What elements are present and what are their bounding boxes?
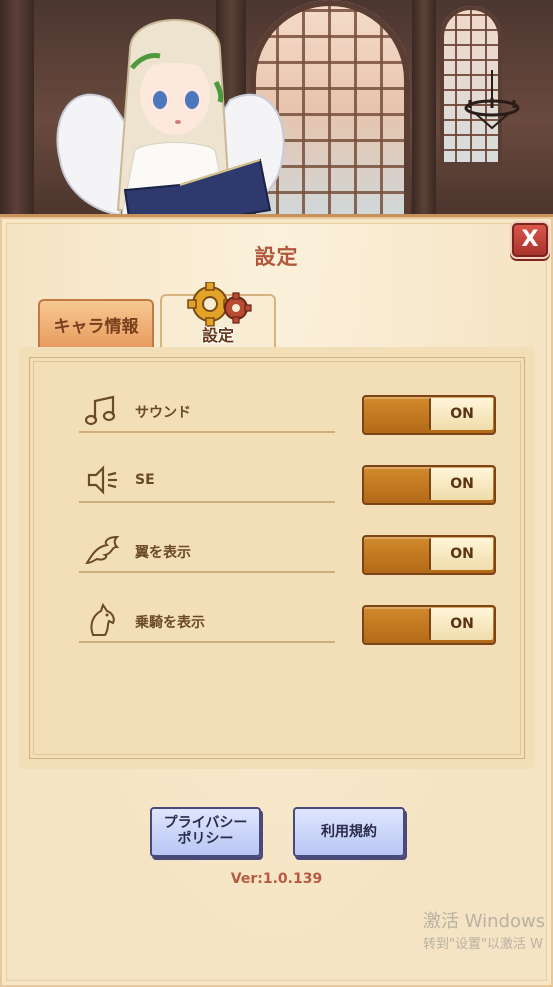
pillar: [412, 0, 436, 220]
windows-activation-hint: 转到"设置"以激活 W: [423, 937, 543, 952]
tab-settings[interactable]: 設定: [160, 282, 276, 352]
mount-toggle[interactable]: ON: [362, 605, 496, 645]
speaker-icon: [87, 465, 117, 495]
pillar: [0, 0, 34, 220]
setting-label: SE: [135, 472, 155, 488]
settings-dialog: 設定 X キャラ情報 設定 サウンド ON SE ON 翼を表示 ON 乗騎を表…: [0, 214, 553, 987]
setting-label: 翼を表示: [135, 545, 191, 561]
close-button[interactable]: X: [512, 223, 548, 257]
se-toggle[interactable]: ON: [362, 465, 496, 505]
wings-toggle[interactable]: ON: [362, 535, 496, 575]
tab-character-info[interactable]: キャラ情報: [38, 299, 154, 349]
angel-character: [56, 19, 285, 220]
setting-row-wings: 翼を表示: [79, 533, 335, 573]
background-scene: [0, 0, 553, 220]
tab-settings-label: 設定: [201, 326, 234, 345]
toggle-state: ON: [429, 398, 493, 430]
divider: [79, 571, 335, 573]
divider: [79, 431, 335, 433]
privacy-policy-label: プライバシー ポリシー: [163, 815, 248, 847]
setting-row-mount: 乗騎を表示: [79, 603, 335, 643]
wing-icon: [85, 535, 120, 565]
chandelier-icon: [464, 70, 520, 130]
toggle-state: ON: [429, 608, 493, 640]
toggle-state: ON: [429, 468, 493, 500]
sound-toggle[interactable]: ON: [362, 395, 496, 435]
windows-activation-watermark: 激活 Windows: [423, 911, 546, 932]
terms-of-use-button[interactable]: 利用規約: [293, 807, 405, 857]
setting-label: 乗騎を表示: [135, 615, 205, 631]
music-note-icon: [84, 395, 116, 426]
divider: [79, 641, 335, 643]
divider: [79, 501, 335, 503]
toggle-state: ON: [429, 538, 493, 570]
dialog-title: 設定: [254, 245, 299, 269]
version-label: Ver:1.0.139: [230, 871, 323, 887]
setting-row-sound: サウンド: [79, 393, 335, 433]
mount-icon: [90, 603, 115, 636]
privacy-policy-button[interactable]: プライバシー ポリシー: [150, 807, 261, 857]
setting-label: サウンド: [135, 405, 191, 421]
settings-content: サウンド ON SE ON 翼を表示 ON 乗騎を表示 ON: [19, 347, 535, 769]
setting-row-se: SE: [79, 463, 335, 503]
